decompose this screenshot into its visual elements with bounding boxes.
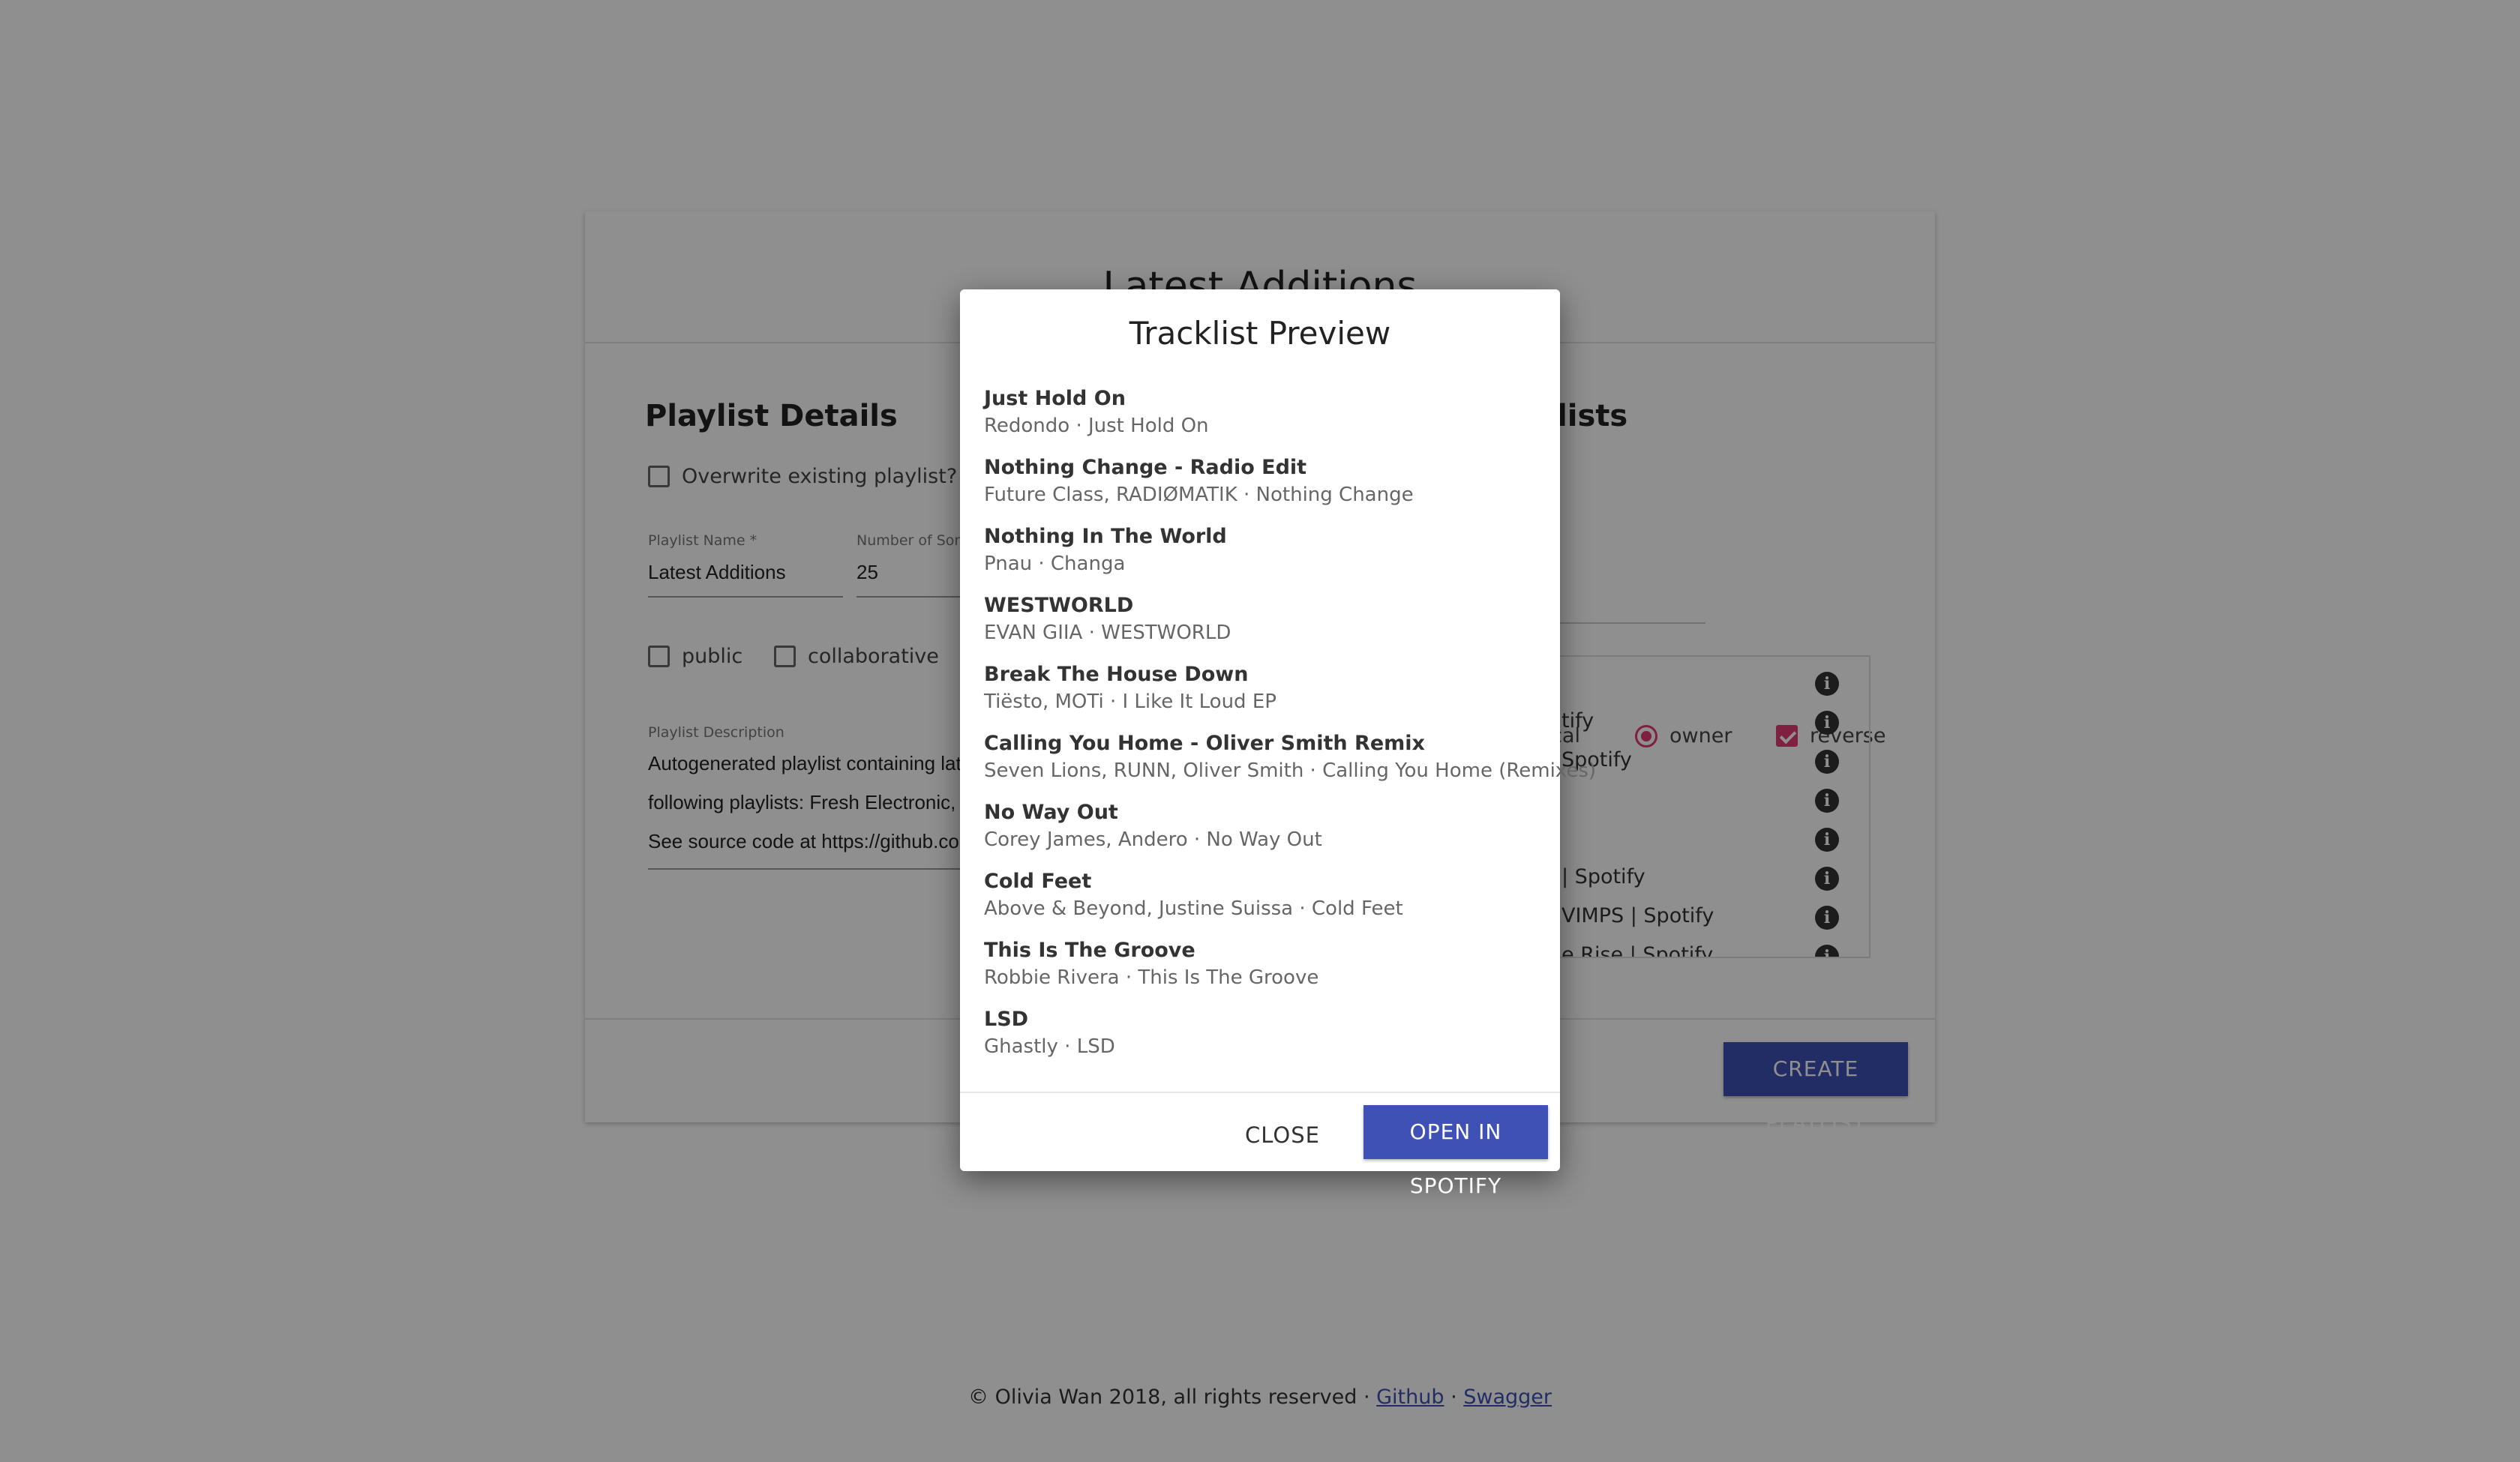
dialog-title: Tracklist Preview — [1129, 315, 1391, 352]
track-item: Cold Feet Above & Beyond, Justine Suissa… — [984, 870, 1539, 920]
track-name: Nothing In The World — [984, 525, 1227, 548]
track-meta: Above & Beyond, Justine Suissa · Cold Fe… — [984, 897, 1403, 920]
track-meta: Redondo · Just Hold On — [984, 415, 1209, 437]
track-name: Calling You Home - Oliver Smith Remix — [984, 732, 1425, 755]
track-item: No Way Out Corey James, Andero · No Way … — [984, 801, 1539, 851]
track-name: Cold Feet — [984, 870, 1092, 893]
track-item: Calling You Home - Oliver Smith Remix Se… — [984, 732, 1597, 782]
track-meta: Seven Lions, RUNN, Oliver Smith · Callin… — [984, 759, 1597, 782]
track-name: This Is The Groove — [984, 939, 1196, 962]
track-meta: Robbie Rivera · This Is The Groove — [984, 966, 1319, 989]
track-name: Nothing Change - Radio Edit — [984, 456, 1307, 479]
track-item: WESTWORLD EVAN GIIA · WESTWORLD — [984, 594, 1539, 644]
track-name: Break The House Down — [984, 663, 1249, 686]
track-meta: Pnau · Changa — [984, 553, 1126, 575]
track-meta: Corey James, Andero · No Way Out — [984, 828, 1322, 851]
track-name: No Way Out — [984, 801, 1118, 824]
tracklist-preview-dialog: Tracklist Preview Just Hold On Redondo ·… — [960, 289, 1597, 1198]
open-in-spotify-button[interactable]: OPEN IN SPOTIFY — [1364, 1105, 1548, 1198]
track-item: Break The House Down Tiësto, MOTi · I Li… — [984, 663, 1539, 713]
close-button[interactable]: CLOSE — [1230, 1108, 1335, 1162]
track-item: This Is The Groove Robbie Rivera · This … — [984, 939, 1539, 989]
track-name: LSD — [984, 1008, 1029, 1031]
track-item: Nothing Change - Radio Edit Future Class… — [984, 456, 1539, 506]
track-meta: EVAN GIIA · WESTWORLD — [984, 622, 1232, 644]
track-meta: Future Class, RADIØMATIK · Nothing Chang… — [984, 484, 1414, 506]
track-meta: Ghastly · LSD — [984, 1035, 1115, 1058]
track-item: Nothing In The World Pnau · Changa — [984, 525, 1539, 575]
track-item: Just Hold On Redondo · Just Hold On — [984, 387, 1539, 437]
track-item: LSD Ghastly · LSD — [984, 1008, 1539, 1058]
track-meta: Tiësto, MOTi · I Like It Loud EP — [984, 691, 1276, 713]
track-name: WESTWORLD — [984, 594, 1134, 617]
track-name: Just Hold On — [984, 387, 1126, 410]
dialog-actions: CLOSE OPEN IN SPOTIFY — [960, 1092, 1560, 1198]
